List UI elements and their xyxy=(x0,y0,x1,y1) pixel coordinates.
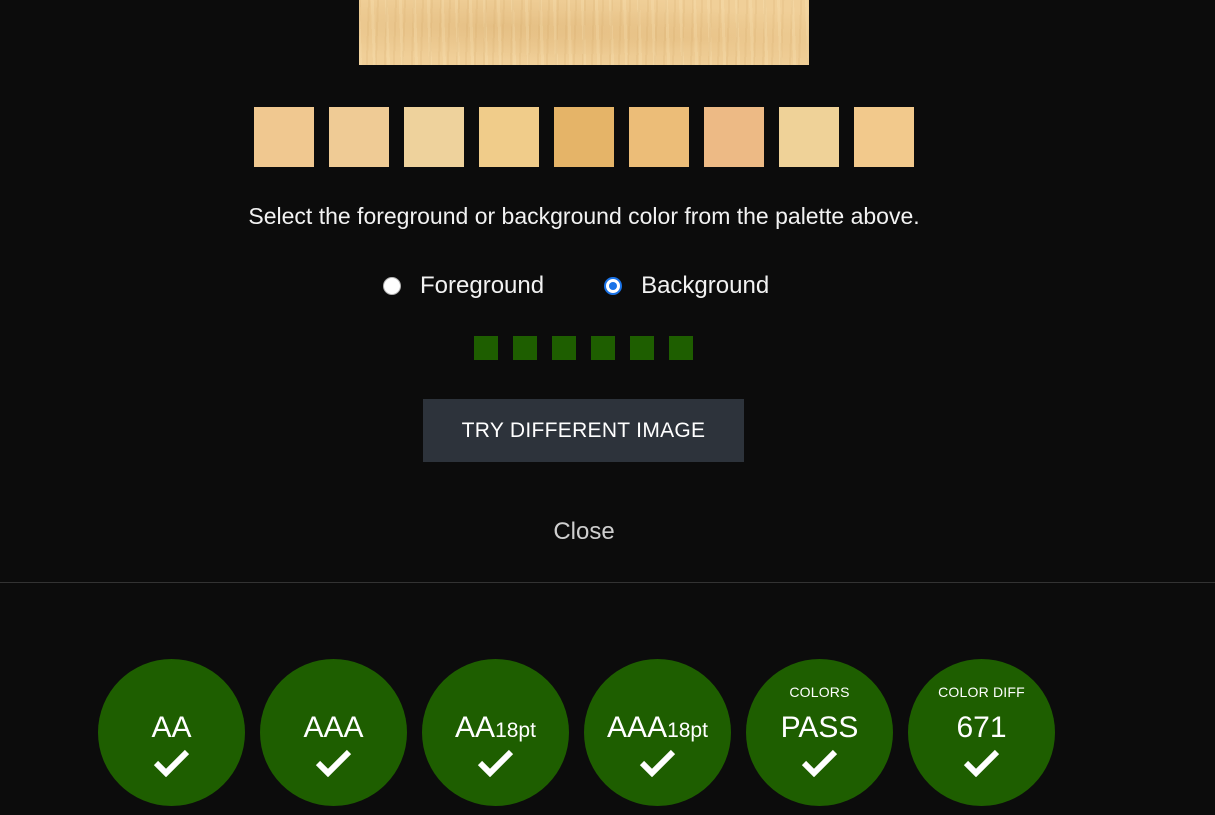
badge-value: AAA xyxy=(260,710,407,749)
progress-step xyxy=(630,336,654,360)
results-badges: AA AAA AA18pt AAA18pt COLORS PASS COLOR … xyxy=(98,659,1055,806)
contrast-checker-panel: Select the foreground or background colo… xyxy=(0,0,1215,815)
result-badge-aa: AA xyxy=(98,659,245,806)
palette-swatch[interactable] xyxy=(404,107,464,167)
badge-caption: COLORS xyxy=(789,684,850,700)
result-badge-aaa: AAA xyxy=(260,659,407,806)
progress-step xyxy=(591,336,615,360)
badge-value-text: AA xyxy=(151,711,192,744)
palette-swatch[interactable] xyxy=(254,107,314,167)
result-badge-color-diff: COLOR DIFF 671 xyxy=(908,659,1055,806)
checkmark-icon xyxy=(639,749,676,777)
uploaded-image-preview xyxy=(359,0,809,65)
badge-value-suffix: 18pt xyxy=(667,719,708,742)
foreground-radio[interactable] xyxy=(383,277,401,295)
palette-swatch[interactable] xyxy=(479,107,539,167)
checkmark-icon xyxy=(963,749,1000,777)
step-progress-indicator xyxy=(474,336,693,360)
badge-value-suffix: 18pt xyxy=(495,719,536,742)
badge-value: 671 xyxy=(908,710,1055,749)
checkmark-icon xyxy=(477,749,514,777)
badge-value-text: AAA xyxy=(607,711,668,744)
progress-step xyxy=(474,336,498,360)
palette-swatch[interactable] xyxy=(779,107,839,167)
checkmark-icon xyxy=(153,749,190,777)
section-divider xyxy=(0,582,1215,583)
progress-step xyxy=(513,336,537,360)
result-badge-aa-18pt: AA18pt xyxy=(422,659,569,806)
checkmark-icon xyxy=(801,749,838,777)
foreground-option[interactable]: Foreground xyxy=(383,272,544,300)
result-badge-aaa-18pt: AAA18pt xyxy=(584,659,731,806)
close-link[interactable]: Close xyxy=(0,518,1168,546)
badge-value: AA xyxy=(98,710,245,749)
color-mode-radio-group: Foreground Background xyxy=(383,272,769,300)
badge-value-text: AAA xyxy=(303,711,364,744)
background-radio[interactable] xyxy=(604,277,623,295)
badge-value-text: 671 xyxy=(956,711,1007,744)
checkmark-icon xyxy=(315,749,352,777)
progress-step xyxy=(669,336,693,360)
badge-value: AAA18pt xyxy=(584,710,731,749)
progress-step xyxy=(552,336,576,360)
badge-value: AA18pt xyxy=(422,710,569,749)
palette-instruction: Select the foreground or background colo… xyxy=(248,203,920,229)
badge-caption: COLOR DIFF xyxy=(938,684,1025,700)
palette-swatch[interactable] xyxy=(554,107,614,167)
badge-value: PASS xyxy=(746,710,893,749)
background-option[interactable]: Background xyxy=(604,272,769,300)
background-label: Background xyxy=(641,272,770,299)
palette-swatch[interactable] xyxy=(629,107,689,167)
foreground-label: Foreground xyxy=(420,272,545,299)
result-badge-colors: COLORS PASS xyxy=(746,659,893,806)
color-palette xyxy=(254,107,914,167)
try-different-image-button[interactable]: TRY DIFFERENT IMAGE xyxy=(423,399,744,462)
palette-swatch[interactable] xyxy=(704,107,764,167)
badge-value-text: AA xyxy=(455,711,496,744)
palette-swatch[interactable] xyxy=(854,107,914,167)
palette-swatch[interactable] xyxy=(329,107,389,167)
badge-value-text: PASS xyxy=(780,711,859,744)
